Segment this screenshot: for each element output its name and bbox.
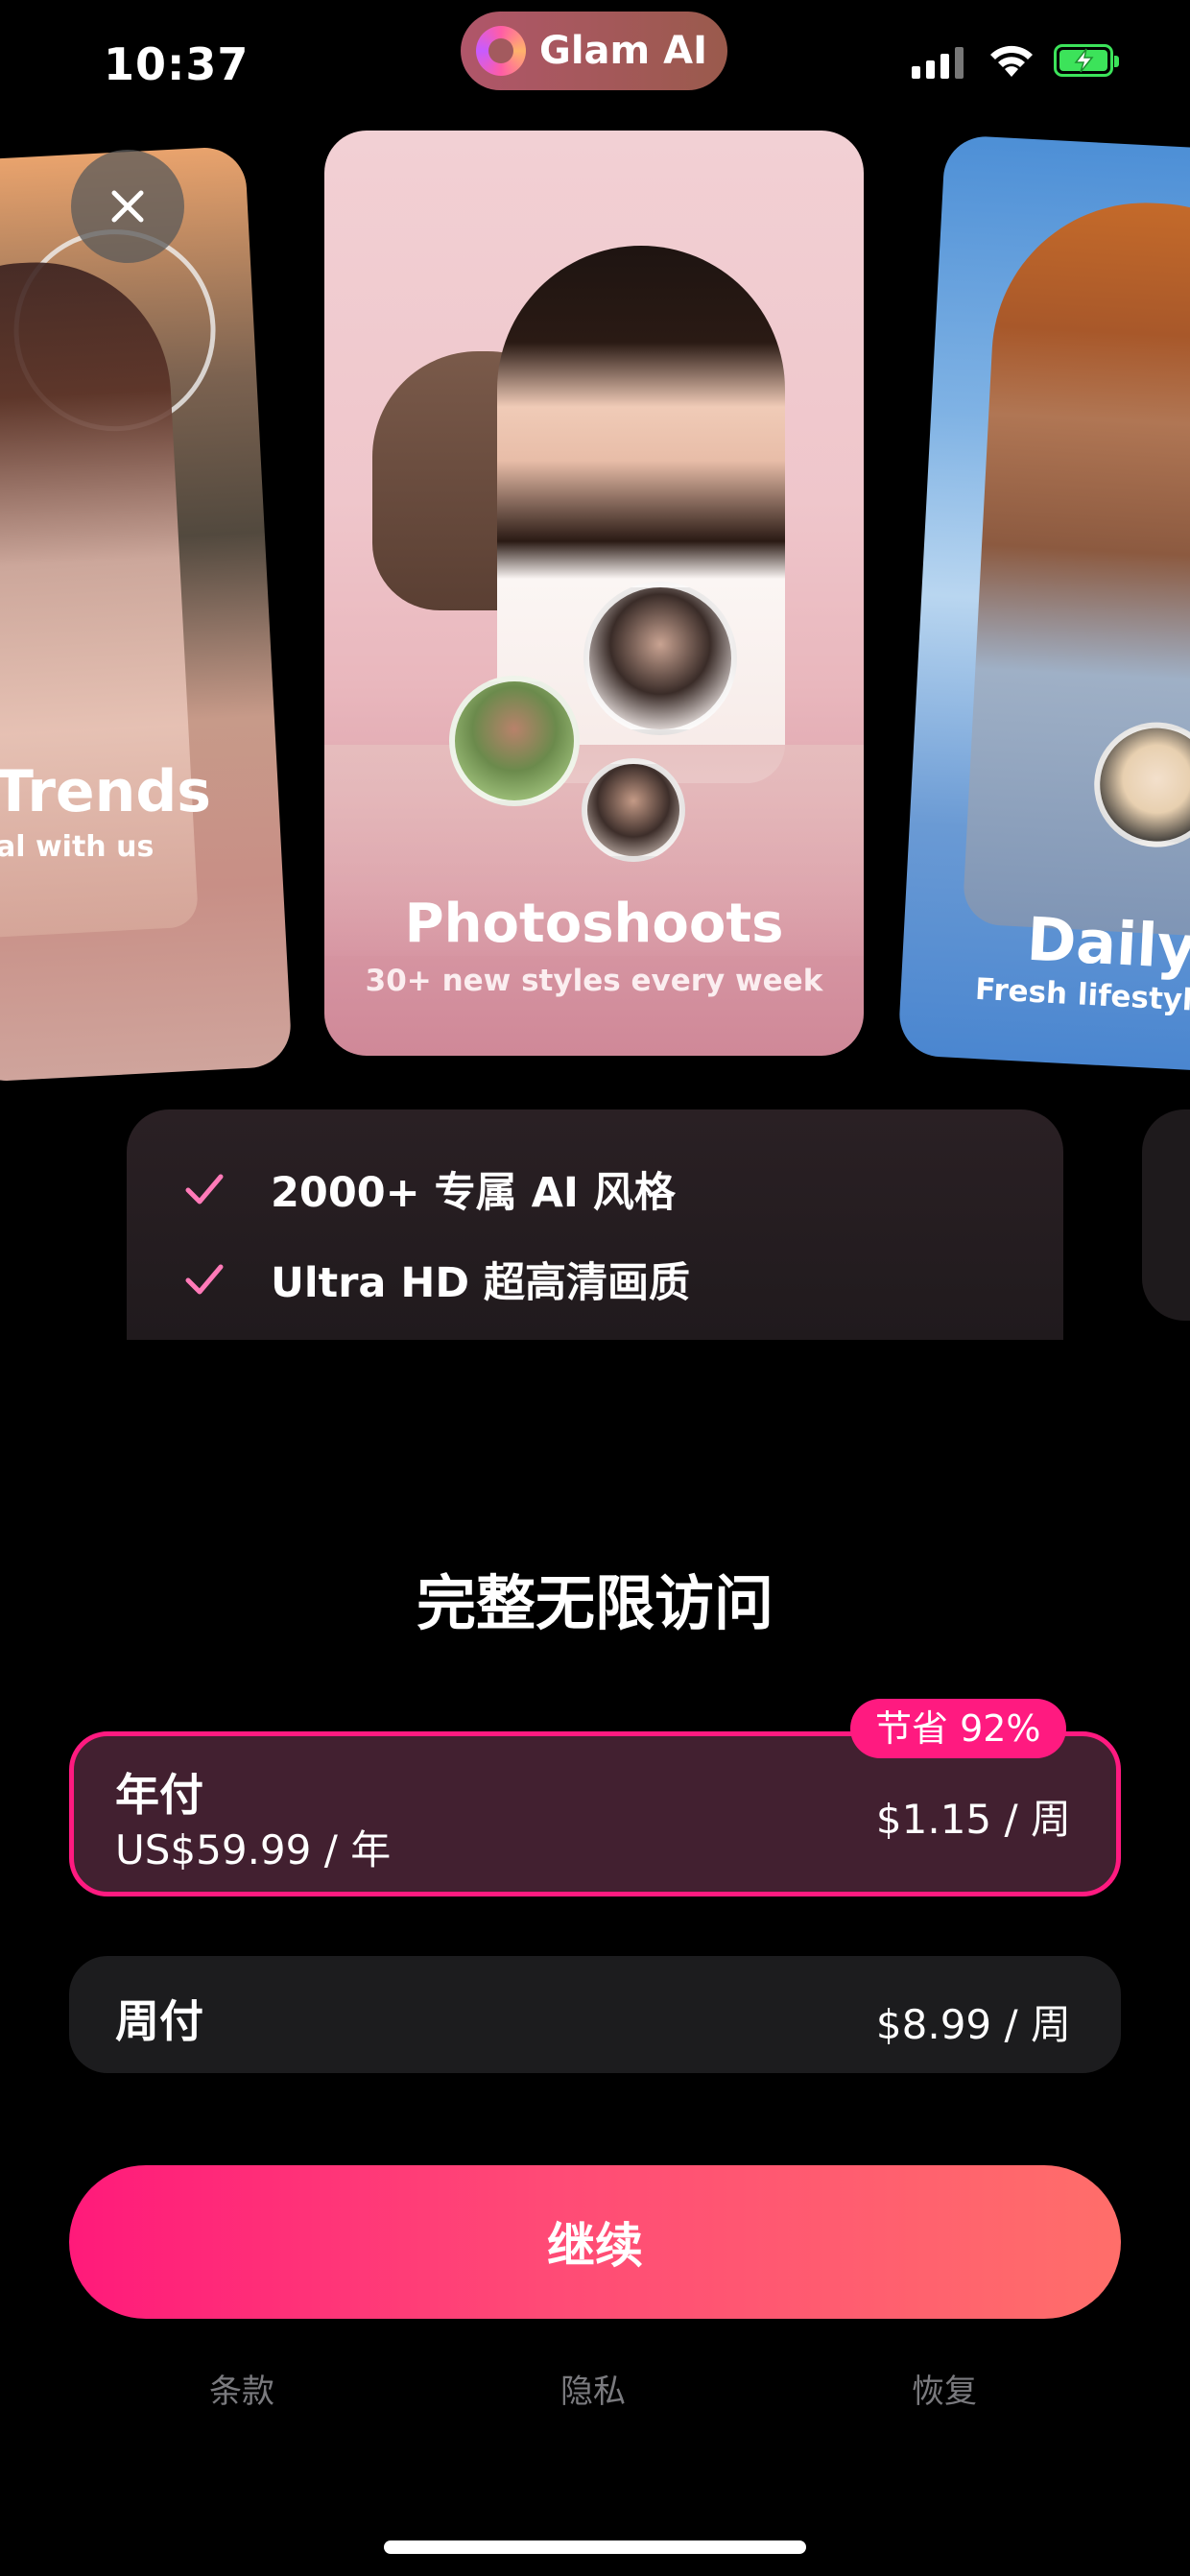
glam-ai-logo-icon xyxy=(476,26,526,76)
card-title: Photoshoots xyxy=(404,893,784,955)
check-icon xyxy=(185,1174,224,1205)
plan-name: 周付 xyxy=(115,1995,203,2047)
feature-text: Ultra HD 超高清画质 xyxy=(271,1259,691,1307)
plan-weekly-price: $8.99 / 周 xyxy=(875,2001,1071,2048)
close-button[interactable] xyxy=(71,150,184,263)
card-title: Trends xyxy=(0,758,211,825)
style-preview-avatar xyxy=(449,676,580,806)
plan-total-price: US$59.99 / 年 xyxy=(115,1826,392,1873)
restore-link[interactable]: 恢复 xyxy=(912,2365,977,2412)
app-pill-title: Glam AI xyxy=(539,29,707,73)
card-subtitle: al with us xyxy=(0,830,155,864)
carousel-card-trends[interactable] xyxy=(0,145,293,1084)
features-panel-next xyxy=(1142,1109,1190,1321)
home-indicator[interactable] xyxy=(384,2540,806,2554)
features-panel: 2000+ 专属 AI 风格 Ultra HD 超高清画质 xyxy=(127,1109,1063,1340)
status-time: 10:37 xyxy=(104,38,250,90)
paywall-heading: 完整无限访问 xyxy=(416,1568,774,1638)
feature-item: Ultra HD 超高清画质 xyxy=(184,1250,690,1309)
savings-badge: 节省 92% xyxy=(850,1699,1066,1758)
card-subtitle: 30+ new styles every week xyxy=(365,964,823,998)
plan-name: 年付 xyxy=(115,1769,203,1821)
feature-text: 2000+ 专属 AI 风格 xyxy=(271,1169,676,1217)
terms-link[interactable]: 条款 xyxy=(209,2365,274,2412)
dynamic-island-app-pill[interactable]: Glam AI xyxy=(461,12,727,90)
continue-button[interactable]: 继续 xyxy=(69,2165,1121,2319)
card-title: Daily S xyxy=(1025,903,1190,987)
feature-item: 2000+ 专属 AI 风格 xyxy=(184,1159,676,1219)
signal-icon xyxy=(912,46,964,79)
plan-weekly-price: $1.15 / 周 xyxy=(875,1796,1071,1843)
style-preview-avatar xyxy=(583,582,737,735)
battery-charging-icon xyxy=(1054,44,1119,77)
privacy-link[interactable]: 隐私 xyxy=(560,2365,626,2412)
close-icon xyxy=(111,190,144,223)
check-icon xyxy=(185,1264,224,1295)
wifi-icon xyxy=(990,45,1033,77)
style-preview-avatar xyxy=(582,758,685,862)
